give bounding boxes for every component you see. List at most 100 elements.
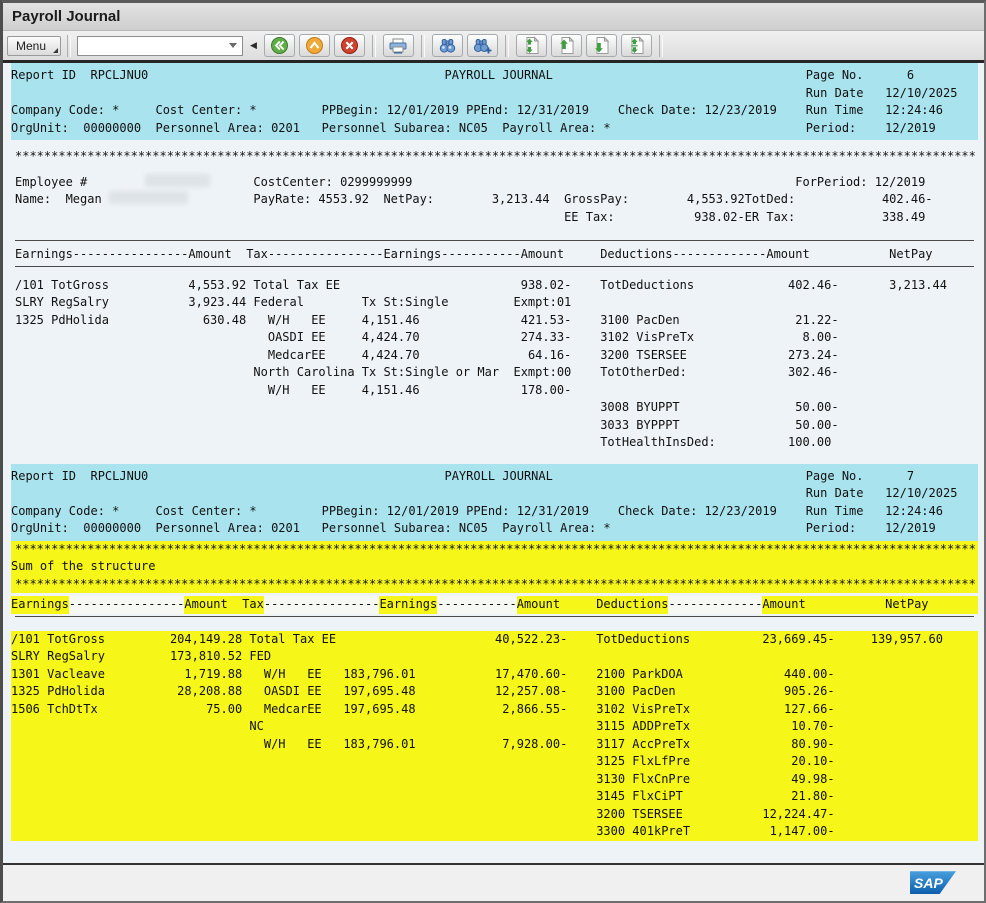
report-text: 3008 BYUPPT <box>600 399 679 417</box>
report-line: 1325 PdHolida630.48W/HEE4,151.46421.53-3… <box>15 312 980 330</box>
report-text: 50.00- <box>795 399 838 417</box>
report-text: 6 <box>907 67 914 85</box>
payroll-journal-report: Report ID RPCLJNU0PAYROLL JOURNALPage No… <box>3 63 984 865</box>
report-text: ----------- <box>437 596 516 614</box>
report-text: 178.00- <box>521 382 572 400</box>
separator-stars: ****************************************… <box>11 541 978 559</box>
report-text: 127.66- <box>784 701 835 719</box>
report-text: 12/10/2025 <box>885 85 957 103</box>
report-text: Deductions <box>600 246 672 264</box>
exit-icon[interactable] <box>299 34 330 57</box>
report-text: ForPeriod: 12/2019 <box>795 174 925 192</box>
report-text: 3,923.44 <box>188 294 246 312</box>
command-combobox[interactable] <box>77 36 243 56</box>
report-line: SLRY RegSalry3,923.44FederalTx St:Single… <box>15 294 980 312</box>
report-text: 338.49 <box>882 209 925 227</box>
report-text: 1301 Vacleave <box>11 666 105 684</box>
report-text: 3033 BYPPPT <box>600 417 679 435</box>
report-text: 80.90- <box>791 736 834 754</box>
toolbar-groove <box>67 35 71 57</box>
report-text: 630.48 <box>203 312 246 330</box>
report-text: 28,208.88 <box>177 683 242 701</box>
report-text: Tx St:Single <box>362 294 449 312</box>
report-text: 4,553.92 <box>687 191 745 209</box>
exit-icon <box>305 36 324 55</box>
report-text: PayRate: 4553.92 <box>253 191 369 209</box>
report-text: 12,257.08- <box>495 683 567 701</box>
menu-corner-icon <box>53 48 58 53</box>
report-text: 49.98- <box>791 771 834 789</box>
report-text: Payroll Area: * <box>502 120 610 138</box>
report-text: Sum of the structure <box>11 558 156 576</box>
report-line: W/HEE183,796.017,928.00-3117 AccPreTx80.… <box>11 736 978 754</box>
report-text: 3,213.44 <box>492 191 550 209</box>
sap-window: Payroll Journal Menu ◀ Report ID RPCLJNU… <box>0 0 986 903</box>
report-text: Exmpt:00 <box>513 364 571 382</box>
report-text: ------------- <box>668 596 762 614</box>
report-text: Personnel Area: 0201 <box>155 520 300 538</box>
report-line: W/HEE4,151.46178.00- <box>15 382 980 400</box>
next-page-icon[interactable] <box>586 34 617 57</box>
report-text: 302.46- <box>788 364 839 382</box>
report-text: 402.46- <box>882 191 933 209</box>
report-text: EE <box>311 312 325 330</box>
report-line: TotHealthInsDed:100.00 <box>15 434 980 452</box>
report-text: ----------- <box>441 246 520 264</box>
separator-stars: ****************************************… <box>15 148 980 166</box>
find-next-icon[interactable] <box>467 34 498 57</box>
report-text: ---------------- <box>264 596 380 614</box>
report-text: 1,147.00- <box>770 823 835 841</box>
report-text: 3200 TSERSEE <box>600 347 687 365</box>
report-text: 2,866.55- <box>502 701 567 719</box>
chevron-down-icon <box>229 43 237 48</box>
report-text: MedcarEE <box>268 347 326 365</box>
report-text: 21.80- <box>791 788 834 806</box>
report-line: Company Code: *Cost Center: *PPBegin: 12… <box>11 102 978 120</box>
report-text: 1506 TchDtTx <box>11 701 98 719</box>
report-text: 3100 PacDen <box>596 683 675 701</box>
report-text: Earnings <box>383 246 441 264</box>
report-text: 17,470.60- <box>495 666 567 684</box>
report-text: 3102 VisPreTx <box>596 701 690 719</box>
report-text: 1325 PdHolida <box>11 683 105 701</box>
collapse-arrow-icon[interactable]: ◀ <box>250 40 257 51</box>
find-icon[interactable] <box>432 34 463 57</box>
report-text: 440.00- <box>784 666 835 684</box>
spacer <box>15 140 980 148</box>
report-text: Report ID RPCLJNU0 <box>11 468 148 486</box>
print-icon[interactable] <box>383 34 414 57</box>
report-line: NC3115 ADDPreTx10.70- <box>11 718 978 736</box>
report-line: 3145 FlxCiPT21.80- <box>11 788 978 806</box>
previous-page-icon[interactable] <box>551 34 582 57</box>
menu-button[interactable]: Menu <box>7 36 61 56</box>
report-text: /101 TotGross <box>15 277 109 295</box>
report-text: Employee # <box>15 174 87 192</box>
report-text: NetPay <box>885 596 928 614</box>
report-text: Personnel Subarea: NC05 <box>322 520 488 538</box>
last-page-icon[interactable] <box>621 34 652 57</box>
report-text: OrgUnit: 00000000 <box>11 120 141 138</box>
report-text: W/H <box>268 312 290 330</box>
report-text: Total Tax EE <box>249 631 336 649</box>
report-text: 197,695.48 <box>343 701 415 719</box>
report-line: 3200 TSERSEE12,224.47- <box>11 806 978 824</box>
report-text: ---------------- <box>69 596 185 614</box>
report-line: Employee #CostCenter: 0299999999ForPerio… <box>15 174 980 192</box>
report-text: Earnings <box>15 246 73 264</box>
report-line: 1325 PdHolida28,208.88OASDI EE197,695.48… <box>11 683 978 701</box>
report-text: 3,213.44 <box>889 277 947 295</box>
sap-logo-text: SAP <box>914 875 943 891</box>
report-text: Amount <box>766 246 809 264</box>
report-text: PAYROLL JOURNAL <box>444 468 552 486</box>
report-text: 4,553.92 <box>188 277 246 295</box>
report-text: 4,151.46 <box>362 382 420 400</box>
report-text: Exmpt:01 <box>513 294 571 312</box>
report-line: Run Date12/10/2025 <box>11 85 978 103</box>
spacer <box>15 226 980 240</box>
first-page-icon[interactable] <box>516 34 547 57</box>
report-text: TotHealthInsDed: <box>600 434 716 452</box>
back-icon[interactable] <box>264 34 295 57</box>
report-line: Company Code: *Cost Center: *PPBegin: 12… <box>11 503 978 521</box>
cancel-icon[interactable] <box>334 34 365 57</box>
toolbar: Menu ◀ <box>3 31 984 63</box>
